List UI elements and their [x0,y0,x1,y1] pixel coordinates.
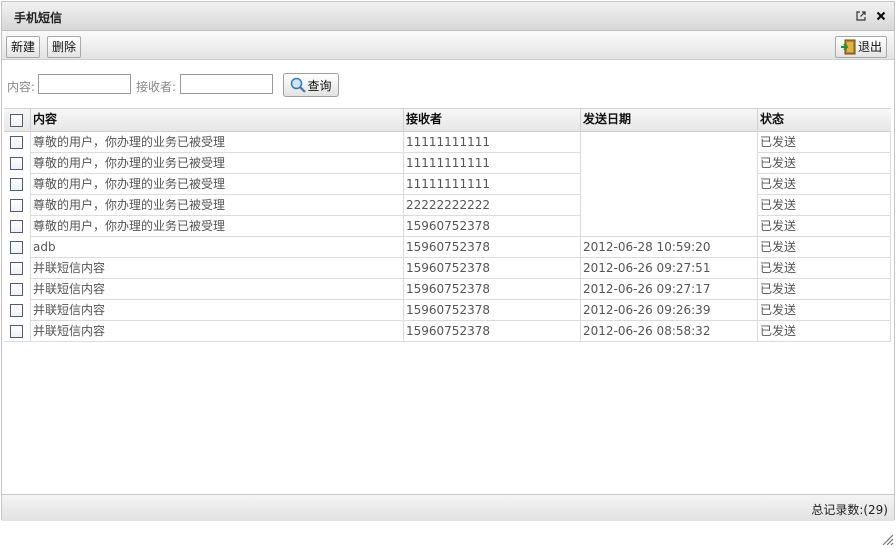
content-label: 内容: [7,80,36,94]
external-link-icon[interactable] [854,9,868,23]
row-content: 尊敬的用户，你办理的业务已被受理 [31,216,404,237]
table-row[interactable]: 并联短信内容 15960752378 2012-06-26 09:27:17 已… [4,279,891,300]
window-title: 手机短信 [14,11,63,25]
receiver-label: 接收者: [136,80,177,94]
title-bar: 手机短信 [2,2,894,31]
row-content: 并联短信内容 [31,258,404,279]
row-date [581,153,758,174]
column-header-receiver[interactable]: 接收者 [404,109,581,131]
row-status: 已发送 [758,300,891,321]
select-all-cell [4,109,31,131]
row-checkbox[interactable] [10,262,23,275]
query-button[interactable]: 查询 [283,73,339,97]
row-content: 并联短信内容 [31,279,404,300]
row-status: 已发送 [758,174,891,195]
row-date [581,174,758,195]
select-all-checkbox[interactable] [10,114,23,127]
row-checkbox[interactable] [10,241,23,254]
content-input[interactable] [38,74,131,94]
row-checkbox[interactable] [10,157,23,170]
row-checkbox[interactable] [10,178,23,191]
search-bar: 内容: 接收者: 查询 [2,61,894,109]
row-receiver: 11111111111 [404,174,581,195]
row-status: 已发送 [758,321,891,342]
row-content: adb [31,237,404,258]
table-header: 内容 接收者 发送日期 状态 [4,109,891,132]
table-row[interactable]: adb 15960752378 2012-06-28 10:59:20 已发送 [4,237,891,258]
row-checkbox[interactable] [10,325,23,338]
row-content: 尊敬的用户，你办理的业务已被受理 [31,132,404,153]
column-header-content[interactable]: 内容 [31,109,404,131]
exit-button-label: 退出 [858,40,883,54]
row-checkbox[interactable] [10,220,23,233]
row-receiver: 11111111111 [404,153,581,174]
row-checkbox[interactable] [10,199,23,212]
row-date: 2012-06-26 09:26:39 [581,300,758,321]
table-row[interactable]: 并联短信内容 15960752378 2012-06-26 08:58:32 已… [4,321,891,342]
toolbar: 新建 删除 退出 [2,31,894,60]
query-button-label: 查询 [307,78,332,93]
row-content: 并联短信内容 [31,321,404,342]
row-status: 已发送 [758,132,891,153]
row-date [581,216,758,237]
resize-grip-icon[interactable] [880,532,894,546]
delete-button[interactable]: 删除 [47,36,82,58]
row-receiver: 11111111111 [404,132,581,153]
exit-button[interactable]: 退出 [835,36,888,58]
sms-window: 手机短信 新建 删除 退出 内容: 接收者: 查询 内容 接收者 发送日期 状态… [1,1,895,521]
row-content: 尊敬的用户，你办理的业务已被受理 [31,153,404,174]
row-date: 2012-06-28 10:59:20 [581,237,758,258]
row-checkbox[interactable] [10,136,23,149]
new-button[interactable]: 新建 [6,36,41,58]
magnifier-icon [290,77,307,93]
receiver-input[interactable] [180,74,273,94]
row-receiver: 15960752378 [404,258,581,279]
table-row[interactable]: 尊敬的用户，你办理的业务已被受理 11111111111 已发送 [4,153,891,174]
row-date [581,132,758,153]
row-receiver: 15960752378 [404,216,581,237]
close-icon[interactable] [874,9,888,23]
row-date [581,195,758,216]
row-date: 2012-06-26 09:27:51 [581,258,758,279]
row-status: 已发送 [758,216,891,237]
table-row[interactable]: 尊敬的用户，你办理的业务已被受理 15960752378 已发送 [4,216,891,237]
row-status: 已发送 [758,195,891,216]
column-header-status[interactable]: 状态 [758,109,891,131]
table-row[interactable]: 尊敬的用户，你办理的业务已被受理 22222222222 已发送 [4,195,891,216]
row-content: 并联短信内容 [31,300,404,321]
row-receiver: 15960752378 [404,237,581,258]
column-header-date[interactable]: 发送日期 [581,109,758,131]
row-checkbox[interactable] [10,283,23,296]
row-status: 已发送 [758,258,891,279]
row-receiver: 15960752378 [404,279,581,300]
row-checkbox[interactable] [10,304,23,317]
exit-door-icon [840,39,856,55]
row-status: 已发送 [758,153,891,174]
row-receiver: 15960752378 [404,321,581,342]
table-row[interactable]: 并联短信内容 15960752378 2012-06-26 09:27:51 已… [4,258,891,279]
row-receiver: 15960752378 [404,300,581,321]
row-status: 已发送 [758,279,891,300]
table-row[interactable]: 尊敬的用户，你办理的业务已被受理 11111111111 已发送 [4,174,891,195]
row-date: 2012-06-26 09:27:17 [581,279,758,300]
row-status: 已发送 [758,237,891,258]
row-content: 尊敬的用户，你办理的业务已被受理 [31,174,404,195]
row-content: 尊敬的用户，你办理的业务已被受理 [31,195,404,216]
status-bar: 总记录数:(29) [2,494,894,521]
total-records: 总记录数:(29) [811,503,888,517]
table-row[interactable]: 并联短信内容 15960752378 2012-06-26 09:26:39 已… [4,300,891,321]
table-row[interactable]: 尊敬的用户，你办理的业务已被受理 11111111111 已发送 [4,132,891,153]
sms-table: 内容 接收者 发送日期 状态 尊敬的用户，你办理的业务已被受理 11111111… [4,108,891,494]
row-receiver: 22222222222 [404,195,581,216]
row-date: 2012-06-26 08:58:32 [581,321,758,342]
